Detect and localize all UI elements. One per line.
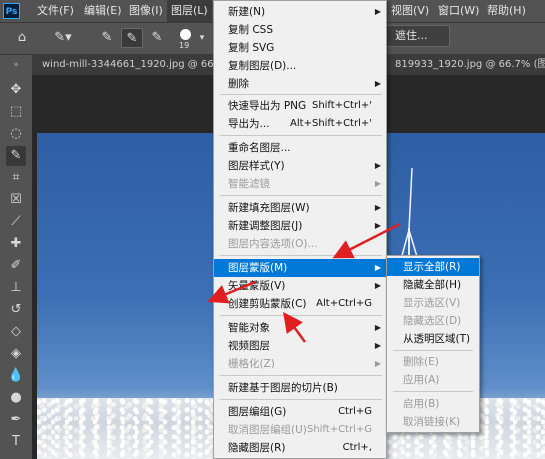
menu-item-rasterize: 栅格化(Z) ▶ [228, 358, 381, 370]
menu-item-new[interactable]: 新建(N) ▶ [214, 3, 386, 21]
submenu-item-apply: 应用(A) [403, 374, 440, 386]
layer-menu-dropdown: 新建(N) ▶ 复制 CSS 复制 SVG 复制图层(D)... 删除 ▶ 快速导出… [213, 0, 387, 459]
lasso-tool-icon[interactable]: ◌ [6, 124, 26, 144]
menu-item-new-fill-layer[interactable]: 新建填充图层(W) ▶ [214, 199, 386, 217]
eraser-tool-icon[interactable]: ◇ [6, 322, 26, 342]
clone-stamp-tool-icon[interactable]: ⊥ [6, 278, 26, 298]
submenu-separator [393, 391, 473, 392]
new-selection-icon[interactable]: ✎ [97, 28, 117, 48]
menu-separator [220, 399, 382, 400]
menu-separator [220, 375, 382, 376]
menu-separator [220, 195, 382, 196]
menu-item-quick-export-png[interactable]: 快速导出为 PNG Shift+Ctrl+' [214, 97, 386, 115]
submenu-item-enable: 启用(B) [403, 398, 440, 410]
menu-item-rename-layer[interactable]: 重命名图层... [214, 139, 386, 157]
document-tab-other[interactable]: 819933_1920.jpg @ 66.7% (图层 1 [395, 55, 545, 75]
menu-item-copy-css[interactable]: 复制 CSS [214, 21, 386, 39]
layer-mask-submenu: 显示全部(R) 隐藏全部(H) 显示选区(V) 隐藏选区(D) 从透明区域(T)… [386, 255, 480, 433]
menu-item-new-adjustment-layer[interactable]: 新建调整图层(J) ▶ [214, 217, 386, 235]
menu-item-create-clipping-mask[interactable]: 创建剪贴蒙版(C) Alt+Ctrl+G [214, 295, 386, 313]
select-and-mask-button[interactable]: 遮住... [386, 25, 450, 47]
brush-preview-icon[interactable] [180, 29, 191, 40]
menu-item-video-layers[interactable]: 视频图层 ▶ [214, 337, 386, 355]
crop-tool-icon[interactable]: ⌗ [6, 168, 26, 188]
move-tool-icon[interactable]: ✥ [6, 80, 26, 100]
menu-window[interactable]: 窗口(W) [438, 0, 479, 22]
document-tab-windmill[interactable]: wind-mill-3344661_1920.jpg @ 66.7% [42, 55, 233, 75]
brush-dropdown-icon[interactable]: ▾ [196, 28, 208, 48]
submenu-separator [393, 350, 473, 351]
menu-separator [220, 135, 382, 136]
blur-tool-icon[interactable]: 💧 [6, 366, 26, 386]
dodge-tool-icon[interactable]: ● [6, 388, 26, 408]
menu-item-layer-style[interactable]: 图层样式(Y) ▶ [214, 157, 386, 175]
menu-separator [220, 94, 382, 95]
menu-item-new-layer-based-slice[interactable]: 新建基于图层的切片(B) [214, 379, 386, 397]
menu-item-group-layers[interactable]: 图层编组(G) Ctrl+G [214, 403, 386, 421]
add-to-selection-icon[interactable]: ✎ [121, 28, 143, 48]
photoshop-logo: Ps [3, 3, 20, 19]
menu-item-duplicate-layer[interactable]: 复制图层(D)... [214, 57, 386, 75]
frame-tool-icon[interactable]: ☒ [6, 190, 26, 210]
menu-file[interactable]: 文件(F) [37, 0, 74, 22]
menu-item-smart-filter: 智能滤镜 ▶ [228, 178, 381, 190]
subtract-selection-icon[interactable]: ✎ [147, 28, 167, 48]
quick-selection-preset-icon[interactable]: ✎▾ [50, 28, 76, 48]
eyedropper-tool-icon[interactable]: ⟋ [6, 212, 26, 232]
menu-view[interactable]: 视图(V) [391, 0, 429, 22]
menu-separator [220, 255, 382, 256]
menu-layer[interactable]: 图层(L) [167, 0, 212, 22]
submenu-item-unlink: 取消链接(K) [403, 416, 461, 428]
menu-item-copy-svg[interactable]: 复制 SVG [214, 39, 386, 57]
submenu-item-from-transparency[interactable]: 从透明区域(T) [387, 330, 479, 348]
marquee-tool-icon[interactable]: ⬚ [6, 102, 26, 122]
menu-help[interactable]: 帮助(H) [487, 0, 526, 22]
menu-item-smart-object[interactable]: 智能对象 ▶ [214, 319, 386, 337]
menu-item-hide-layers[interactable]: 隐藏图层(R) Ctrl+, [214, 439, 386, 457]
menu-edit[interactable]: 编辑(E) [84, 0, 122, 22]
pen-tool-icon[interactable]: ✒ [6, 410, 26, 430]
paint-bucket-tool-icon[interactable]: ◈ [6, 344, 26, 364]
brush-size: 19 [179, 41, 190, 50]
menu-separator [220, 315, 382, 316]
quick-selection-tool-icon[interactable]: ✎ [6, 146, 26, 166]
history-brush-tool-icon[interactable]: ↺ [6, 300, 26, 320]
home-icon[interactable]: ⌂ [12, 28, 32, 48]
submenu-item-delete: 删除(E) [403, 356, 439, 368]
healing-brush-tool-icon[interactable]: ✚ [6, 234, 26, 254]
menu-item-layer-content-options: 图层内容选项(O)... [228, 238, 318, 250]
submenu-item-hide-selection: 隐藏选区(D) [403, 315, 462, 327]
menu-item-layer-mask[interactable]: 图层蒙版(M) ▶ [214, 259, 386, 277]
submenu-item-hide-all[interactable]: 隐藏全部(H) [387, 276, 479, 294]
menu-item-vector-mask[interactable]: 矢量蒙版(V) ▶ [214, 277, 386, 295]
toolbar-collapse-icon[interactable]: » [0, 55, 32, 75]
menu-item-ungroup-layers: 取消图层编组(U) Shift+Ctrl+G [228, 424, 372, 436]
submenu-item-reveal-selection: 显示选区(V) [403, 297, 461, 309]
brush-tool-icon[interactable]: ✐ [6, 256, 26, 276]
menu-item-export-as[interactable]: 导出为... Alt+Shift+Ctrl+' [214, 115, 386, 133]
submenu-item-reveal-all[interactable]: 显示全部(R) [387, 258, 479, 276]
menu-item-delete[interactable]: 删除 ▶ [214, 75, 386, 93]
type-tool-icon[interactable]: T [6, 432, 26, 452]
menu-image[interactable]: 图像(I) [129, 0, 163, 22]
